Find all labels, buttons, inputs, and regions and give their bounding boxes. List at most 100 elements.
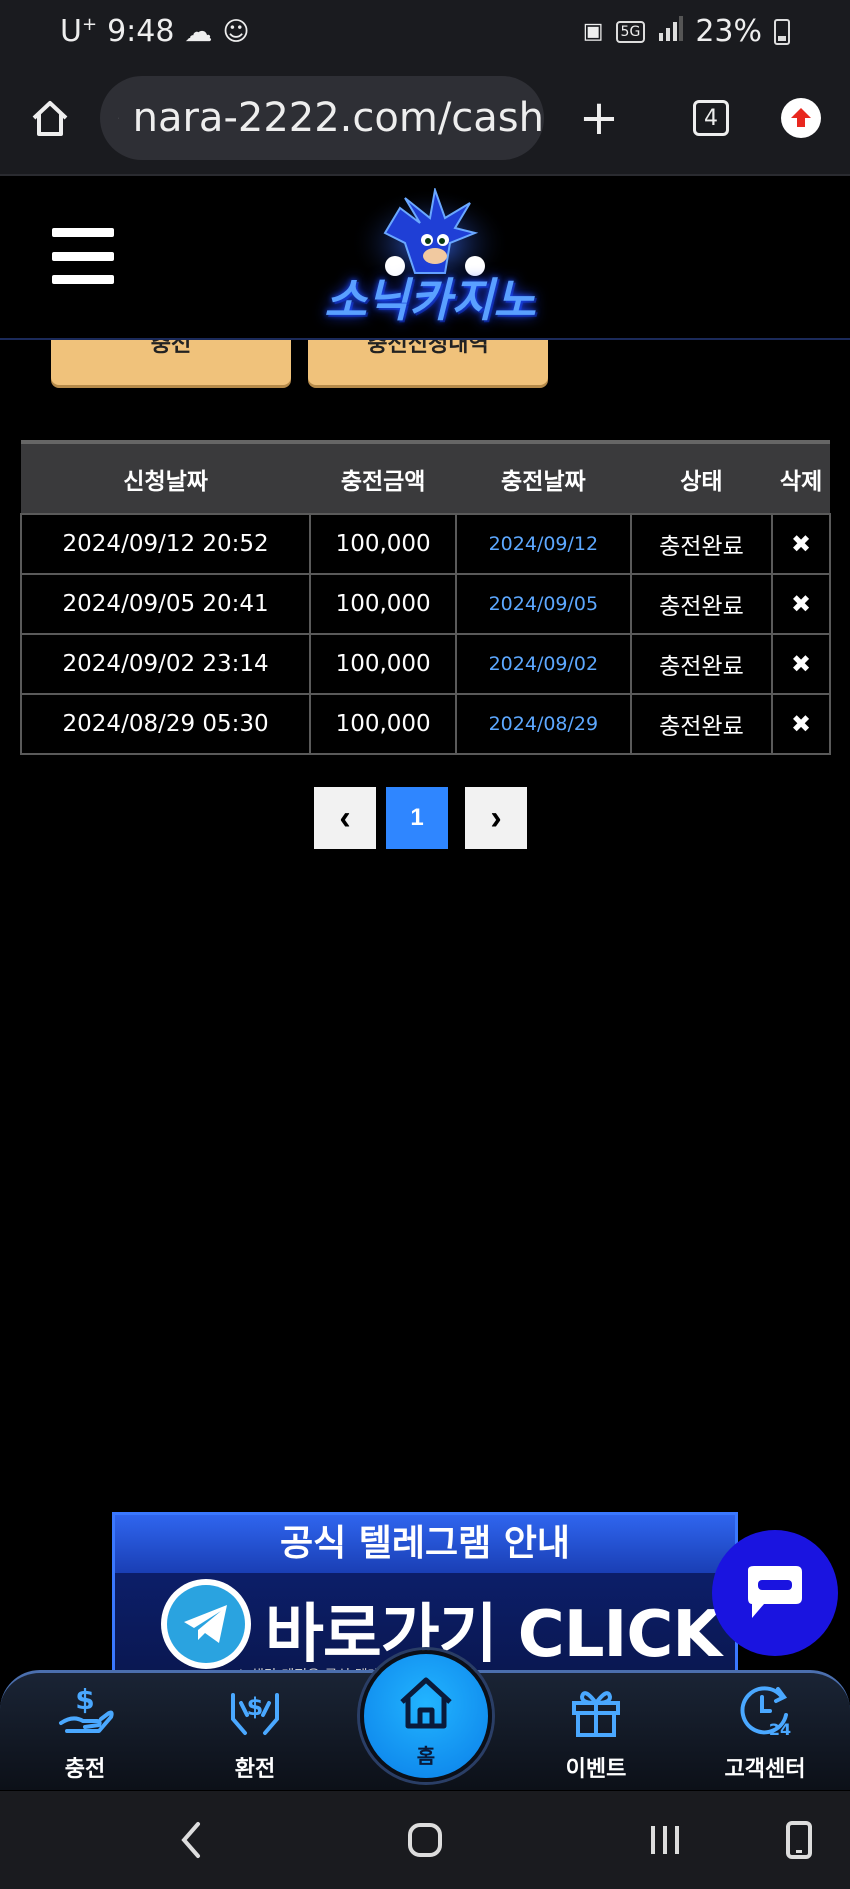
new-tab-button[interactable]: + (568, 88, 630, 148)
back-chevron-icon (181, 1822, 200, 1858)
telegram-cta-text: 바로가기 CLICK (265, 1598, 722, 1672)
plus-icon: + (578, 90, 620, 146)
status-right: ▣ 5G 23% (583, 14, 790, 49)
menu-bar (52, 251, 114, 261)
next-page-button[interactable]: › (465, 787, 527, 849)
deposit-hand-icon: $ (25, 1681, 145, 1741)
svg-text:24: 24 (769, 1720, 791, 1739)
menu-bar (52, 228, 114, 237)
status-cell: 충전완료 (629, 513, 774, 575)
update-button[interactable] (776, 88, 826, 148)
nav-charge[interactable]: $ 충전 (25, 1681, 145, 1783)
amount-cell: 100,000 (309, 693, 458, 755)
header-status: 상태 (630, 440, 773, 514)
browser-toolbar: nara-2222.com/cash + 4 (0, 70, 850, 176)
system-recents-button[interactable] (640, 1815, 690, 1865)
network-badge: 5G (615, 20, 646, 43)
money-hands-icon: $ (195, 1681, 315, 1741)
charge-history-tab-button[interactable]: 충전신청내역 (308, 340, 548, 385)
amount-cell: 100,000 (309, 573, 458, 635)
nav-support-label: 고객센터 (724, 1757, 806, 1782)
charge-tab-label: 충전 (150, 340, 192, 357)
system-home-button[interactable] (400, 1815, 450, 1865)
nav-home-label: 홈 (416, 1744, 436, 1768)
battery-icon (774, 18, 790, 45)
status-cell: 충전완료 (629, 633, 774, 695)
table-header-row: 신청날짜 충전금액 충전날짜 상태 삭제 (21, 440, 830, 514)
hamburger-menu-button[interactable] (52, 228, 114, 284)
nav-support[interactable]: 24 고객센터 (705, 1681, 825, 1783)
status-left: U+ 9:48 ☁ ☺ (60, 14, 250, 49)
request-date-cell: 2024/09/12 20:52 (19, 513, 312, 575)
header-charge-date: 충전날짜 (456, 440, 631, 514)
delete-button[interactable]: ✖ (771, 513, 831, 575)
location-app-icon: ☺ (222, 16, 250, 47)
home-icon (400, 1677, 452, 1729)
menu-bar (52, 275, 114, 284)
tab-switcher-button[interactable]: 4 (680, 88, 742, 148)
charge-tab-button[interactable]: 충전 (51, 340, 291, 385)
status-cell: 충전완료 (629, 573, 774, 635)
update-arrow-icon (781, 98, 821, 138)
warning-icon (118, 117, 119, 119)
table-row: 2024/09/02 23:14 100,000 2024/09/02 충전완료… (19, 633, 831, 695)
live-chat-button[interactable] (712, 1530, 838, 1656)
chat-bubble-icon (748, 1566, 802, 1618)
prev-page-button[interactable]: ‹ (314, 787, 376, 849)
phone-icon (786, 1821, 812, 1859)
nav-home-button[interactable]: 홈 (360, 1650, 492, 1782)
charge-history-table: 신청날짜 충전금액 충전날짜 상태 삭제 2024/09/12 20:52 10… (19, 440, 831, 755)
request-date-cell: 2024/09/05 20:41 (19, 573, 312, 635)
status-cell: 충전완료 (629, 693, 774, 755)
request-date-cell: 2024/09/02 23:14 (19, 633, 312, 695)
charge-date-cell: 2024/08/29 (455, 693, 632, 755)
address-bar[interactable]: nara-2222.com/cash (100, 76, 544, 160)
header-request-date: 신청날짜 (21, 440, 311, 514)
header-delete: 삭제 (772, 440, 830, 514)
url-text: nara-2222.com/cash (132, 95, 544, 141)
site-header: 소닉카지노 (0, 178, 850, 340)
charge-date-cell: 2024/09/05 (455, 573, 632, 635)
telegram-icon (161, 1579, 251, 1669)
carrier-label: U+ (60, 14, 98, 49)
header-amount: 충전금액 (310, 440, 457, 514)
logo-text: 소닉카지노 (324, 273, 536, 327)
sim-icon: ▣ (582, 19, 604, 44)
tab-count: 4 (693, 100, 729, 136)
system-screen-button[interactable] (774, 1815, 824, 1865)
nav-charge-label: 충전 (64, 1757, 106, 1782)
svg-text:$: $ (247, 1693, 264, 1721)
nav-event[interactable]: 이벤트 (536, 1681, 656, 1783)
home-square-icon (408, 1823, 442, 1857)
cloud-icon: ☁ (184, 15, 213, 48)
nav-exchange[interactable]: $ 환전 (195, 1681, 315, 1783)
table-row: 2024/09/05 20:41 100,000 2024/09/05 충전완료… (19, 573, 831, 635)
battery-percent: 23% (695, 14, 762, 49)
status-bar: U+ 9:48 ☁ ☺ ▣ 5G 23% (0, 0, 850, 70)
table-row: 2024/08/29 05:30 100,000 2024/08/29 충전완료… (19, 693, 831, 755)
system-navigation-bar (0, 1791, 850, 1889)
recents-icon (651, 1826, 679, 1854)
support-24h-icon: 24 (705, 1681, 825, 1741)
nav-event-label: 이벤트 (565, 1757, 627, 1782)
system-back-button[interactable] (166, 1815, 216, 1865)
browser-home-button[interactable] (24, 88, 76, 148)
site-logo[interactable]: 소닉카지노 (305, 188, 555, 338)
amount-cell: 100,000 (309, 513, 458, 575)
nav-exchange-label: 환전 (234, 1757, 276, 1782)
charge-date-cell: 2024/09/02 (455, 633, 632, 695)
clock: 9:48 (107, 14, 175, 49)
signal-icon (657, 14, 684, 49)
charge-date-cell: 2024/09/12 (455, 513, 632, 575)
charge-history-tab-label: 충전신청내역 (367, 340, 489, 357)
gift-icon (536, 1681, 656, 1741)
home-icon (32, 101, 68, 136)
page-1-button[interactable]: 1 (386, 787, 448, 849)
delete-button[interactable]: ✖ (771, 693, 831, 755)
delete-button[interactable]: ✖ (771, 633, 831, 695)
table-row: 2024/09/12 20:52 100,000 2024/09/12 충전완료… (19, 513, 831, 575)
telegram-banner-title: 공식 텔레그램 안내 (115, 1515, 735, 1573)
amount-cell: 100,000 (309, 633, 458, 695)
delete-button[interactable]: ✖ (771, 573, 831, 635)
svg-text:$: $ (75, 1683, 94, 1716)
